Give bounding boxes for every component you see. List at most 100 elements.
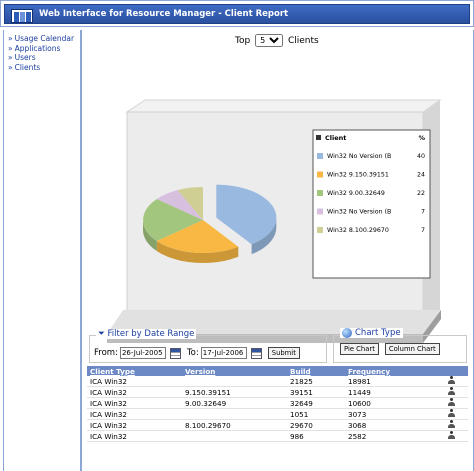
cell-frequency: 3073 — [345, 408, 435, 420]
legend-swatch — [317, 153, 323, 159]
table-row: ICA Win32 9.150.39151 39151 11449 — [87, 386, 468, 398]
sidebar-item-clients[interactable]: » Clients — [4, 63, 80, 73]
sidebar-item-label: Applications — [14, 43, 61, 53]
top-suffix-label: Clients — [287, 36, 319, 46]
pie-chart: Client % Win32 No Version (B 40 Win32 9.15… — [107, 99, 442, 343]
top-n-selector: Top 5 Clients — [235, 34, 319, 47]
top-prefix-label: Top — [235, 36, 251, 46]
from-date-input[interactable] — [119, 347, 166, 359]
double-chevron-icon: » — [8, 53, 13, 62]
chart-type-title: Chart Type — [355, 328, 401, 338]
chart-backdrop-top — [125, 99, 442, 113]
pie-chart-button[interactable]: Pie Chart — [340, 343, 379, 355]
cell-version — [182, 376, 287, 387]
filter-row: From: To: Submit — [94, 347, 300, 359]
filter-panel: ⏷ Filter by Date Range From: To: Submit — [89, 329, 327, 363]
legend-swatch — [317, 208, 323, 215]
legend-swatch — [317, 190, 323, 196]
globe-icon — [342, 328, 352, 338]
cell-frequency: 2582 — [345, 430, 435, 442]
sidebar-item-label: Usage Calendar — [14, 34, 75, 43]
legend-value: 22 — [417, 190, 425, 197]
cell-client-type: ICA Win32 — [87, 430, 182, 442]
cell-client-type: ICA Win32 — [87, 376, 182, 387]
calendar-icon[interactable] — [250, 347, 262, 359]
sidebar-item-label: Clients — [14, 62, 41, 72]
cell-version — [182, 408, 287, 420]
column-header-action — [435, 366, 468, 376]
filter-title-wrap: ⏷ Filter by Date Range — [96, 329, 197, 339]
table-row: ICA Win32 8.100.29670 29670 3068 — [87, 419, 468, 431]
cell-frequency: 18981 — [345, 376, 435, 387]
cell-client-type: ICA Win32 — [87, 397, 182, 409]
legend-value: 7 — [421, 209, 425, 216]
cell-frequency: 11449 — [345, 386, 435, 398]
user-icon[interactable] — [448, 409, 455, 417]
clients-table: Client Type Version Build Frequency ICA … — [87, 366, 468, 442]
bar-chart-icon — [11, 9, 33, 23]
legend-pct-header: % — [418, 134, 425, 142]
chart-legend: Client % Win32 No Version (B 40 Win32 9.15… — [312, 129, 431, 279]
table-row: ICA Win32 986 2582 — [87, 430, 468, 442]
table-header-row: Client Type Version Build Frequency — [87, 366, 468, 376]
legend-swatch — [317, 171, 323, 178]
cell-client-type: ICA Win32 — [87, 408, 182, 420]
legend-header: Client — [325, 134, 346, 142]
legend-label: Win32 No Version (B — [327, 153, 391, 160]
title-strip: Web Interface for Resource Manager - Cli… — [4, 4, 470, 24]
double-chevron-icon: » — [8, 43, 13, 53]
cell-build: 986 — [287, 430, 345, 442]
legend-value: 24 — [417, 172, 425, 179]
cell-build: 21825 — [287, 376, 345, 387]
double-chevron-icon: » — [8, 62, 13, 72]
cell-version: 9.150.39151 — [182, 386, 287, 398]
title-bar: Web Interface for Resource Manager - Cli… — [0, 0, 474, 27]
cell-client-type: ICA Win32 — [87, 419, 182, 431]
to-label: To: — [186, 348, 199, 358]
sidebar-item-users[interactable]: » Users — [4, 53, 80, 63]
to-date-input[interactable] — [200, 347, 247, 359]
legend-label: Win32 9.150.39151 — [327, 172, 389, 179]
cell-build: 39151 — [287, 386, 345, 398]
funnel-icon: ⏷ — [98, 329, 105, 339]
user-icon[interactable] — [448, 387, 455, 395]
legend-label: Win32 8.100.29670 — [327, 227, 389, 234]
legend-header-swatch — [316, 135, 321, 140]
table-row: ICA Win32 21825 18981 — [87, 376, 468, 387]
top-count-select[interactable]: 5 — [255, 34, 284, 47]
sidebar-item-label: Users — [14, 53, 36, 62]
user-icon[interactable] — [448, 398, 455, 406]
cell-version: 9.00.32649 — [182, 397, 287, 409]
column-header-frequency[interactable]: Frequency — [345, 366, 435, 376]
window-title: Web Interface for Resource Manager - Cli… — [39, 9, 289, 19]
table-row: ICA Win32 9.00.32649 32649 10600 — [87, 397, 468, 409]
column-header-client-type[interactable]: Client Type — [87, 366, 182, 376]
cell-frequency: 3068 — [345, 419, 435, 431]
main-panel: Top 5 Clients Client % Win32 No Version … — [83, 30, 474, 471]
cell-version — [182, 430, 287, 442]
chart-area: Client % Win32 No Version (B 40 Win32 9.15… — [83, 60, 474, 350]
cell-frequency: 10600 — [345, 397, 435, 409]
legend-value: 7 — [421, 227, 425, 234]
filter-title: Filter by Date Range — [107, 329, 195, 339]
sidebar-item-usage-calendar[interactable]: » Usage Calendar — [4, 34, 80, 44]
submit-button[interactable]: Submit — [267, 347, 300, 359]
column-header-build[interactable]: Build — [287, 366, 345, 376]
user-icon[interactable] — [448, 376, 455, 384]
legend-label: Win32 No Version (B — [327, 209, 391, 216]
legend-value: 40 — [417, 153, 425, 160]
column-chart-button[interactable]: Column Chart — [384, 343, 440, 355]
user-icon[interactable] — [448, 420, 455, 428]
table-row: ICA Win32 1051 3073 — [87, 408, 468, 420]
calendar-icon[interactable] — [169, 347, 181, 359]
cell-build: 1051 — [287, 408, 345, 420]
from-label: From: — [94, 348, 118, 358]
user-icon[interactable] — [448, 431, 455, 439]
cell-version: 8.100.29670 — [182, 419, 287, 431]
legend-swatch — [317, 227, 323, 233]
cell-client-type: ICA Win32 — [87, 386, 182, 398]
column-header-version[interactable]: Version — [182, 366, 287, 376]
cell-build: 29670 — [287, 419, 345, 431]
chart-type-title-wrap: Chart Type — [340, 328, 403, 338]
sidebar-item-applications[interactable]: » Applications — [4, 44, 80, 54]
